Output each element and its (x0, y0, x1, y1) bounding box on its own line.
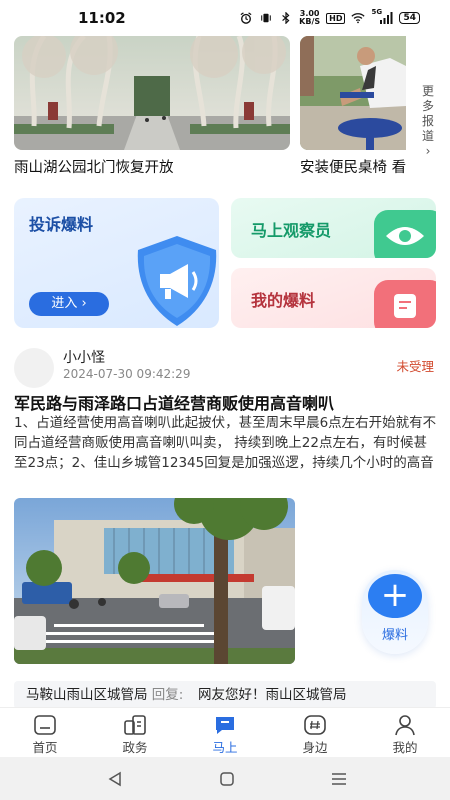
more-reports-link[interactable]: 更多报道 › (416, 84, 440, 159)
vibrate-icon (261, 13, 271, 23)
status-badge: 未受理 (396, 359, 434, 374)
status-bar: 11:02 3.00 KB/S HD 5G 54 (0, 0, 450, 36)
my-reports-card[interactable]: 我的爆料 (231, 268, 436, 328)
official-reply[interactable]: 马鞍山雨山区城管局 回复: 网友您好！雨山区城管局 (14, 681, 436, 709)
home-button-icon[interactable] (218, 770, 236, 788)
battery-indicator: 54 (399, 12, 420, 24)
news-image-benches[interactable] (300, 36, 406, 150)
news-card[interactable]: 安装便民桌椅 看 (300, 36, 406, 177)
tab-nearby[interactable]: 身边 (270, 708, 360, 757)
complaint-card[interactable]: 投诉爆料 进入 › (14, 198, 219, 328)
bottom-tab-bar: 首页 政务 马上 身边 我的 (0, 707, 450, 757)
back-icon[interactable] (106, 770, 124, 788)
recent-apps-icon[interactable] (330, 770, 348, 788)
reply-text: 网友您好！雨山区城管局 (197, 687, 347, 703)
news-card[interactable]: 雨山湖公园北门恢复开放 (14, 36, 290, 177)
cell-signal-icon: 5G (371, 8, 393, 24)
network-speed-unit: KB/S (299, 17, 321, 26)
post-body[interactable]: 1、占道经营使用高音喇叭此起披伏，甚至周末早晨6点左右开始就有不同占道经营商贩使… (14, 413, 438, 473)
tab-home[interactable]: 首页 (0, 708, 90, 757)
government-icon (124, 715, 146, 735)
bluetooth-icon (282, 12, 290, 24)
news-title[interactable]: 雨山湖公园北门恢复开放 (14, 156, 290, 177)
observer-card[interactable]: 马上观察员 (231, 198, 436, 258)
enter-button[interactable]: 进入 › (29, 292, 109, 316)
news-title[interactable]: 安装便民桌椅 看 (300, 156, 406, 177)
tab-label: 身边 (302, 740, 328, 755)
hd-badge: HD (326, 12, 346, 24)
tab-label: 我的 (392, 740, 418, 755)
alarm-icon (240, 12, 252, 24)
report-fab-label[interactable]: 爆料 (362, 624, 428, 643)
report-icon (216, 717, 234, 734)
chevron-right-icon: › (425, 144, 431, 158)
news-carousel[interactable]: 雨山湖公园北门恢复开放 安装便民桌椅 看 更多报道 › (0, 36, 450, 186)
post-image[interactable] (14, 498, 295, 664)
tab-mine[interactable]: 我的 (360, 708, 450, 757)
status-time: 11:02 (78, 9, 126, 27)
report-fab[interactable]: + 爆料 (362, 570, 428, 654)
tab-label: 首页 (32, 740, 58, 755)
plus-icon[interactable]: + (368, 574, 422, 618)
wifi-icon (351, 13, 366, 24)
note-icon (374, 280, 436, 328)
nearby-icon (304, 715, 326, 735)
complaint-title: 投诉爆料 (29, 215, 94, 234)
home-icon (34, 715, 56, 735)
tab-label: 政务 (122, 740, 148, 755)
news-image-park[interactable] (14, 36, 290, 150)
my-reports-title: 我的爆料 (251, 291, 316, 310)
reply-agency: 马鞍山雨山区城管局 (26, 687, 148, 703)
reply-label: 回复: (151, 687, 184, 703)
avatar[interactable] (14, 348, 54, 388)
megaphone-icon (137, 236, 217, 326)
post-author[interactable]: 小小怪 (63, 347, 105, 367)
status-icons: 3.00 KB/S HD 5G 54 (239, 8, 420, 26)
tab-government[interactable]: 政务 (90, 708, 180, 757)
system-navigation-bar (0, 757, 450, 800)
eye-icon (374, 210, 436, 258)
post-time: 2024-07-30 09:42:29 (63, 367, 191, 381)
user-icon (395, 715, 415, 736)
more-reports-label[interactable]: 更多报道 (421, 84, 435, 144)
observer-title: 马上观察员 (251, 221, 332, 240)
network-speed: 3.00 KB/S (299, 10, 320, 26)
post-title[interactable]: 军民路与雨泽路口占道经营商贩使用高音喇叭 (14, 390, 438, 414)
tab-label: 马上 (212, 740, 238, 755)
tab-mashang[interactable]: 马上 (180, 708, 270, 757)
